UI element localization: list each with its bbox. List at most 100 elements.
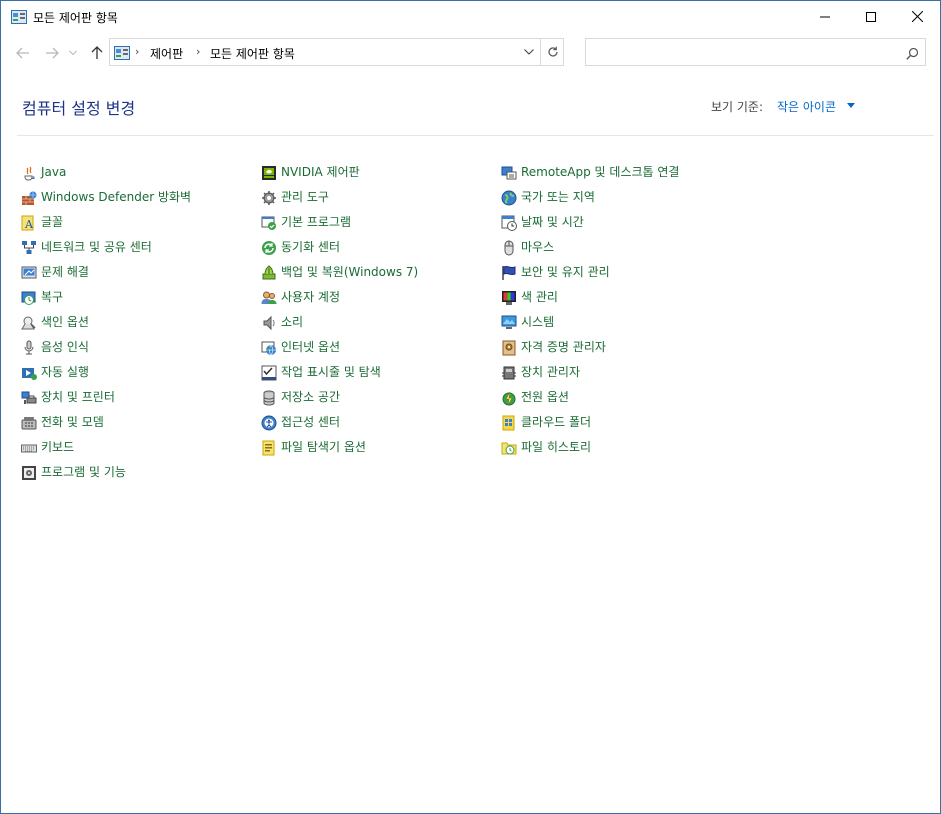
item-label: 시스템	[521, 315, 555, 329]
item-internet-options[interactable]: 인터넷 옵션	[261, 339, 418, 364]
item-indexing-options[interactable]: 색인 옵션	[21, 314, 191, 339]
item-label: 저장소 공간	[281, 390, 341, 404]
maximize-icon	[866, 11, 876, 22]
item-storage-spaces[interactable]: 저장소 공간	[261, 389, 418, 414]
programs-icon	[21, 465, 37, 481]
breadcrumb-all-items[interactable]: 모든 제어판 항목	[210, 45, 295, 62]
java-icon	[21, 165, 37, 181]
address-dropdown-button[interactable]	[517, 39, 541, 65]
item-troubleshooting[interactable]: 문제 해결	[21, 264, 191, 289]
window-title: 모든 제어판 항목	[33, 11, 118, 25]
item-keyboard[interactable]: 키보드	[21, 439, 191, 464]
item-label: 소리	[281, 315, 304, 329]
item-label: 보안 및 유지 관리	[521, 265, 610, 279]
item-backup-restore[interactable]: 백업 및 복원(Windows 7)	[261, 264, 418, 289]
minimize-icon	[820, 16, 830, 17]
admin-tools-icon	[261, 190, 277, 206]
item-user-accounts[interactable]: 사용자 계정	[261, 289, 418, 314]
chevron-right-icon: ›	[196, 45, 201, 58]
item-label: 네트워크 및 공유 센터	[41, 240, 152, 254]
title-bar: 모든 제어판 항목	[1, 1, 940, 32]
address-bar[interactable]: › 제어판 › 모든 제어판 항목	[109, 38, 564, 66]
caret-down-icon[interactable]	[847, 103, 855, 108]
recovery-icon	[21, 290, 37, 306]
item-credential-manager[interactable]: 자격 증명 관리자	[501, 339, 679, 364]
item-label: 색인 옵션	[41, 315, 89, 329]
item-recovery[interactable]: 복구	[21, 289, 191, 314]
item-label: 파일 히스토리	[521, 440, 592, 454]
item-label: 백업 및 복원(Windows 7)	[281, 265, 419, 279]
item-label: 클라우드 폴더	[521, 415, 592, 429]
item-color-management[interactable]: 색 관리	[501, 289, 679, 314]
svg-text:A: A	[24, 218, 34, 231]
item-label: 자격 증명 관리자	[521, 340, 606, 354]
monitor-icon	[501, 315, 517, 331]
item-label: 전화 및 모뎀	[41, 415, 104, 429]
back-button[interactable]	[15, 45, 31, 61]
item-file-explorer-options[interactable]: 파일 탐색기 옵션	[261, 439, 418, 464]
item-file-history[interactable]: 파일 히스토리	[501, 439, 679, 464]
search-input[interactable]	[585, 38, 926, 66]
view-by-dropdown[interactable]: 작은 아이콘	[777, 98, 836, 115]
item-cloud-folder[interactable]: 클라우드 폴더	[501, 414, 679, 439]
users-icon	[261, 290, 277, 306]
recent-locations-button[interactable]	[67, 45, 79, 61]
chevron-down-icon	[69, 50, 77, 56]
color-icon	[501, 290, 517, 306]
item-autoplay[interactable]: 자동 실행	[21, 364, 191, 389]
item-phone-modem[interactable]: 전화 및 모뎀	[21, 414, 191, 439]
troubleshoot-icon	[21, 265, 37, 281]
up-button[interactable]	[89, 45, 105, 61]
item-device-manager[interactable]: 장치 관리자	[501, 364, 679, 389]
navigation-bar: › 제어판 › 모든 제어판 항목	[1, 37, 940, 69]
refresh-button[interactable]	[540, 39, 565, 65]
item-java[interactable]: Java	[21, 164, 191, 189]
item-devices-printers[interactable]: 장치 및 프린터	[21, 389, 191, 414]
item-region[interactable]: 국가 또는 지역	[501, 189, 679, 214]
item-label: 마우스	[521, 240, 555, 254]
item-power-options[interactable]: 전원 옵션	[501, 389, 679, 414]
item-sync-center[interactable]: 동기화 센터	[261, 239, 418, 264]
sync-icon	[261, 240, 277, 256]
mouse-icon	[501, 240, 517, 256]
item-administrative-tools[interactable]: 관리 도구	[261, 189, 418, 214]
item-label: 자동 실행	[41, 365, 89, 379]
font-icon: A	[21, 215, 37, 231]
power-icon	[501, 390, 517, 406]
forward-button[interactable]	[44, 45, 60, 61]
item-nvidia-control-panel[interactable]: NVIDIA 제어판	[261, 164, 418, 189]
item-default-programs[interactable]: 기본 프로그램	[261, 214, 418, 239]
printer-icon	[21, 390, 37, 406]
close-button[interactable]	[894, 1, 940, 32]
item-speech-recognition[interactable]: 음성 인식	[21, 339, 191, 364]
item-label: 기본 프로그램	[281, 215, 352, 229]
file-history-icon	[501, 440, 517, 456]
item-system[interactable]: 시스템	[501, 314, 679, 339]
item-taskbar-navigation[interactable]: 작업 표시줄 및 탐색	[261, 364, 418, 389]
item-ease-of-access-center[interactable]: 접근성 센터	[261, 414, 418, 439]
item-sound[interactable]: 소리	[261, 314, 418, 339]
breadcrumb-control-panel[interactable]: 제어판	[150, 45, 183, 62]
control-panel-icon	[11, 9, 27, 24]
backup-icon	[261, 265, 277, 281]
item-date-time[interactable]: 날짜 및 시간	[501, 214, 679, 239]
item-security-maintenance[interactable]: 보안 및 유지 관리	[501, 264, 679, 289]
divider	[17, 135, 934, 136]
firewall-icon	[21, 190, 37, 206]
item-label: 문제 해결	[41, 265, 89, 279]
clock-icon	[501, 215, 517, 231]
item-windows-defender-firewall[interactable]: Windows Defender 방화벽	[21, 189, 191, 214]
internet-icon	[261, 340, 277, 356]
item-mouse[interactable]: 마우스	[501, 239, 679, 264]
maximize-button[interactable]	[848, 1, 894, 32]
item-programs-features[interactable]: 프로그램 및 기능	[21, 464, 191, 489]
item-network-sharing-center[interactable]: 네트워크 및 공유 센터	[21, 239, 191, 264]
items-column-1: Java Windows Defender 방화벽 A 글꼴 네트워크 및 공유…	[21, 164, 191, 489]
globe-icon	[501, 190, 517, 206]
item-label: 글꼴	[41, 215, 64, 229]
item-fonts[interactable]: A 글꼴	[21, 214, 191, 239]
keyboard-icon	[21, 440, 37, 456]
item-remoteapp-desktop-connections[interactable]: RemoteApp 및 데스크톱 연결	[501, 164, 679, 189]
view-by-label: 보기 기준:	[711, 100, 764, 114]
minimize-button[interactable]	[802, 1, 848, 32]
